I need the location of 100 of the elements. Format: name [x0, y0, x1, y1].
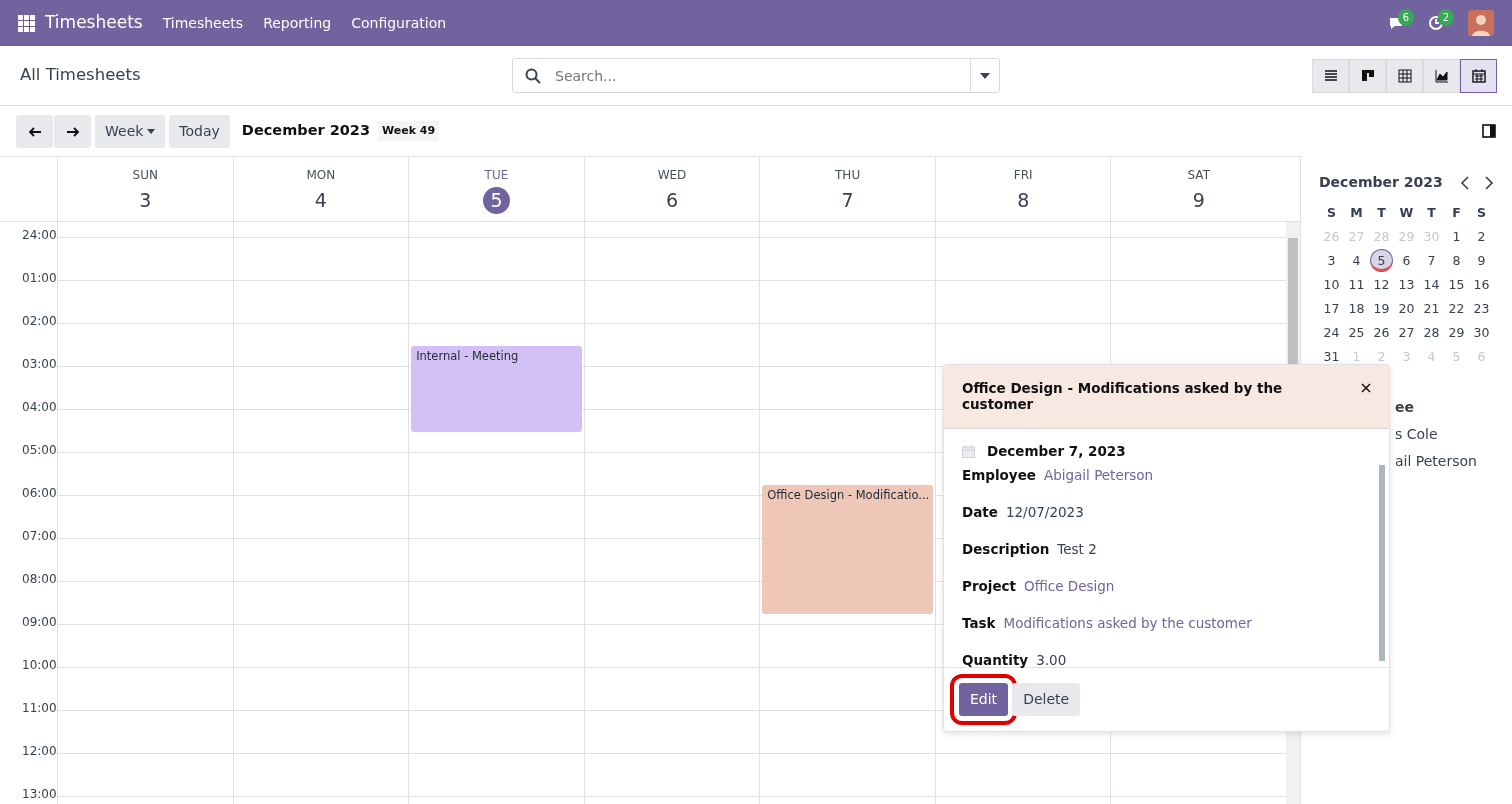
weekday-label: FRI [1012, 167, 1034, 184]
delete-button[interactable]: Delete [1012, 683, 1081, 716]
hour-label: 08:00 [22, 572, 57, 586]
graph-view-button[interactable] [1423, 58, 1460, 93]
weekday-label: M [1350, 205, 1363, 220]
day-number[interactable]: 20 [1398, 301, 1415, 316]
day-number[interactable]: 24 [1323, 325, 1340, 340]
day-number[interactable]: 21 [1423, 301, 1440, 316]
day-number[interactable]: 2 [1477, 229, 1486, 244]
field-label: Quantity [962, 651, 1029, 670]
search-input[interactable]: Search... [553, 59, 970, 92]
day-number[interactable]: 4 [1352, 253, 1361, 268]
list-view-button[interactable] [1312, 58, 1349, 93]
field-label: Project [962, 577, 1017, 596]
count-badge: 2 [1437, 9, 1454, 26]
day-number[interactable]: 16 [1473, 277, 1490, 292]
field-link[interactable]: Office Design [1024, 576, 1115, 613]
day-number[interactable]: 10 [1323, 277, 1340, 292]
pivot-view-button[interactable] [1386, 58, 1423, 93]
graph-icon [1433, 67, 1450, 84]
field-link[interactable]: Abigail Peterson [1043, 465, 1154, 502]
hour-label: 12:00 [22, 744, 57, 758]
kanban-icon [1359, 67, 1376, 84]
day-number[interactable]: 17 [1323, 301, 1340, 316]
weekday-label: S [1477, 205, 1486, 220]
weekday-label: T [1377, 205, 1386, 220]
day-number[interactable]: 31 [1323, 349, 1340, 364]
calendar-icon [962, 444, 975, 458]
month-title: December 2023 [1319, 173, 1444, 192]
hour-label: 02:00 [22, 314, 57, 328]
day-number[interactable]: 12 [1373, 277, 1390, 292]
apps-menu-icon[interactable] [18, 14, 35, 32]
chevron-left-icon[interactable] [1460, 175, 1470, 190]
today-button[interactable]: Today [169, 114, 230, 148]
field-value: 12/07/2023 [1005, 503, 1084, 522]
day-number[interactable]: 22 [1448, 301, 1465, 316]
previous-button[interactable] [16, 114, 53, 148]
popover-title: Office Design - Modifications asked by the customer [962, 380, 1284, 414]
scale-dropdown[interactable]: Week [95, 114, 166, 148]
field-link[interactable]: Modifications asked by the customer [1003, 613, 1252, 650]
day-number[interactable]: 28 [1423, 325, 1440, 340]
day-number[interactable]: 25 [1348, 325, 1365, 340]
sidebar-toggle-icon[interactable] [1482, 124, 1496, 138]
menu-item[interactable]: Configuration [351, 12, 447, 34]
day-number[interactable]: 18 [1348, 301, 1365, 316]
day-number[interactable]: 9 [1185, 187, 1213, 214]
day-number[interactable]: 4 [307, 187, 335, 214]
field-value: 3.00 [1036, 651, 1067, 670]
app-title[interactable]: Timesheets [45, 10, 143, 36]
event-date: December 7, 2023 [987, 441, 1126, 461]
chevron-right-icon[interactable] [1484, 175, 1494, 190]
list-icon [1322, 67, 1339, 84]
search-field[interactable]: Search... [512, 58, 1000, 93]
clock-icon[interactable] [1428, 15, 1444, 31]
day-number[interactable]: 11 [1348, 277, 1365, 292]
weekday-label: TUE [483, 167, 510, 184]
day-number[interactable]: 3 [1327, 253, 1336, 268]
day-number[interactable]: 27 [1398, 325, 1415, 340]
avatar-icon[interactable] [1468, 10, 1494, 36]
day-number[interactable]: 8 [1009, 187, 1037, 214]
field-label: Description [962, 540, 1050, 559]
filter-item[interactable]: ail Peterson [1395, 453, 1477, 469]
menu-item[interactable]: Timesheets [162, 12, 244, 34]
day-number[interactable]: 15 [1448, 277, 1465, 292]
arrow-right-icon [65, 125, 80, 138]
day-number[interactable]: 5 [482, 187, 510, 214]
day-number[interactable]: 6 [1402, 253, 1411, 268]
pivot-icon [1396, 67, 1413, 84]
day-number[interactable]: 19 [1373, 301, 1390, 316]
day-number[interactable]: 5 [1370, 249, 1393, 272]
day-number[interactable]: 23 [1473, 301, 1490, 316]
day-number[interactable]: 3 [131, 187, 159, 214]
day-number[interactable]: 9 [1477, 253, 1486, 268]
count-badge: 6 [1397, 9, 1414, 26]
hour-label: 05:00 [22, 443, 57, 457]
caret-icon [147, 128, 156, 134]
caret-icon[interactable] [980, 72, 990, 79]
day-number[interactable]: 6 [658, 187, 686, 214]
close-icon[interactable] [1361, 383, 1371, 393]
hour-label: 13:00 [22, 787, 57, 801]
calendar-event[interactable]: Internal - Meeting [411, 345, 582, 432]
day-number[interactable]: 30 [1473, 325, 1490, 340]
calendar-view-button[interactable] [1460, 58, 1497, 93]
day-number[interactable]: 1 [1452, 229, 1461, 244]
filter-heading: ee [1395, 398, 1415, 417]
menu-item[interactable]: Reporting [263, 12, 332, 34]
filter-item[interactable]: s Cole [1395, 426, 1438, 442]
day-number[interactable]: 7 [1427, 253, 1436, 268]
day-number[interactable]: 8 [1452, 253, 1461, 268]
next-button[interactable] [54, 114, 91, 148]
day-number[interactable]: 14 [1423, 277, 1440, 292]
day-number[interactable]: 13 [1398, 277, 1415, 292]
weekday-label: T [1427, 205, 1436, 220]
calendar-event[interactable]: Office Design - Modificatio... [762, 485, 933, 615]
scrollbar[interactable] [1379, 465, 1385, 661]
search-icon [525, 67, 541, 84]
day-number[interactable]: 26 [1373, 325, 1390, 340]
day-number[interactable]: 29 [1448, 325, 1465, 340]
kanban-view-button[interactable] [1349, 58, 1386, 93]
day-number[interactable]: 7 [834, 187, 862, 214]
